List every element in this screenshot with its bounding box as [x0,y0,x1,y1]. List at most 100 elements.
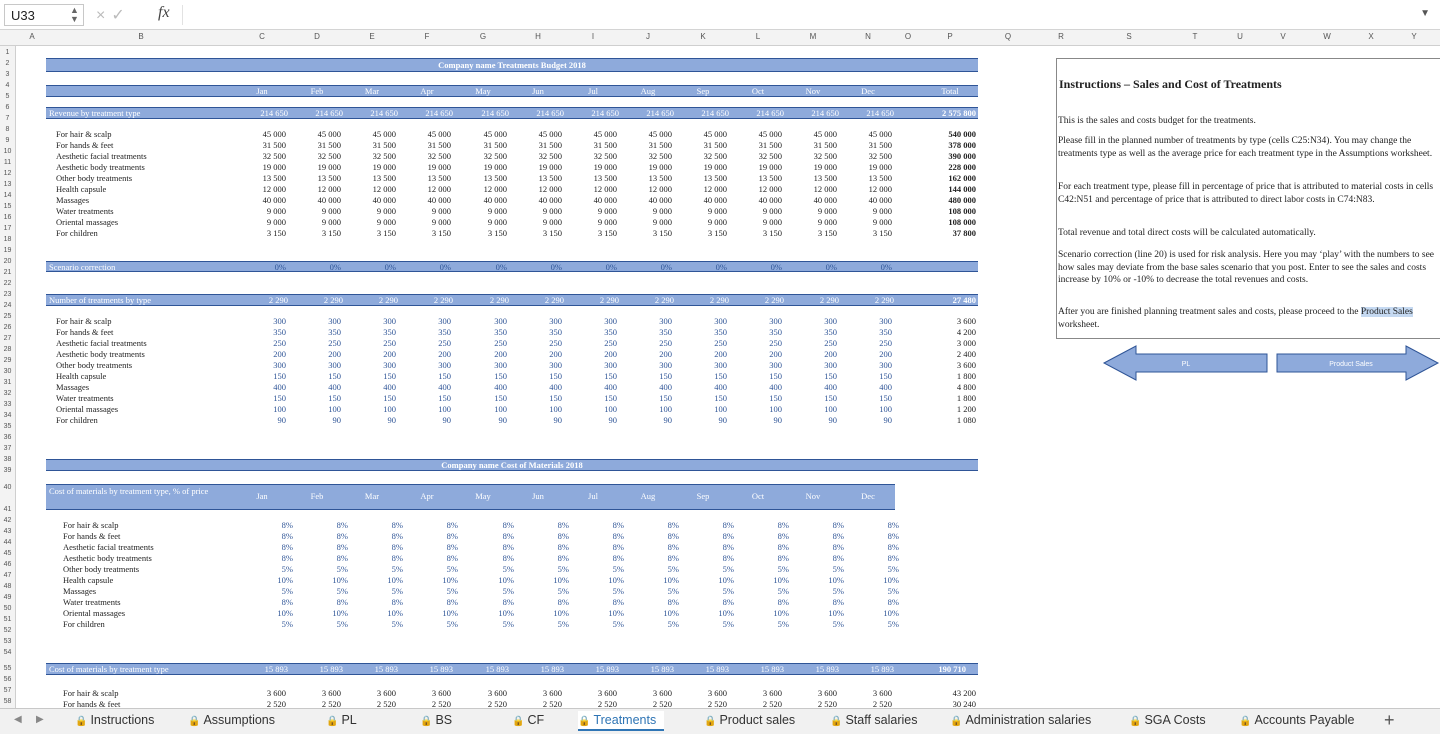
column-header-h[interactable]: H [535,32,541,41]
column-header-d[interactable]: D [314,32,320,41]
row-header-49[interactable]: 49 [0,594,15,601]
row-header-38[interactable]: 38 [0,456,15,463]
row-headers[interactable]: 1 2 3 4 5 6 7 8 9 10 11 12 13 14 15 16 17 18 19 20 21 22 23 24 2… [0,46,16,708]
row-header-54[interactable]: 54 [0,649,15,656]
scroll-right-icon[interactable]: ▶ [36,714,44,725]
column-header-v[interactable]: V [1280,32,1285,41]
sheet-tab-product-sales[interactable]: 🔒 Product sales [704,711,803,731]
row-header-52[interactable]: 52 [0,627,15,634]
column-header-y[interactable]: Y [1411,32,1416,41]
row-header-8[interactable]: 8 [0,126,15,133]
row-header-31[interactable]: 31 [0,379,15,386]
column-header-m[interactable]: M [810,32,817,41]
sheet-tab-administration-salaries[interactable]: 🔒 Administration salaries [950,711,1099,731]
row-header-5[interactable]: 5 [0,93,15,100]
row-header-46[interactable]: 46 [0,561,15,568]
column-header-c[interactable]: C [259,32,265,41]
sheet-tab-cf[interactable]: 🔒 CF [512,711,552,731]
cancel-icon[interactable]: × [96,7,111,24]
row-header-29[interactable]: 29 [0,357,15,364]
row-header-26[interactable]: 26 [0,324,15,331]
row-header-27[interactable]: 27 [0,335,15,342]
row-header-30[interactable]: 30 [0,368,15,375]
row-header-17[interactable]: 17 [0,225,15,232]
row-header-20[interactable]: 20 [0,258,15,265]
scroll-left-icon[interactable]: ◀ [14,714,22,725]
column-header-q[interactable]: Q [1005,32,1011,41]
row-header-19[interactable]: 19 [0,247,15,254]
row-header-1[interactable]: 1 [0,49,15,56]
row-header-24[interactable]: 24 [0,302,15,309]
row-header-44[interactable]: 44 [0,539,15,546]
function-icon[interactable]: fx [158,4,170,22]
row-header-15[interactable]: 15 [0,203,15,210]
column-header-n[interactable]: N [865,32,871,41]
row-header-14[interactable]: 14 [0,192,15,199]
row-header-11[interactable]: 11 [0,159,15,166]
sheet-tab-assumptions[interactable]: 🔒 Assumptions [188,711,283,731]
row-header-51[interactable]: 51 [0,616,15,623]
formula-expand-icon[interactable]: ▼ [1420,8,1430,19]
row-header-58[interactable]: 58 [0,698,15,705]
row-header-43[interactable]: 43 [0,528,15,535]
row-header-34[interactable]: 34 [0,412,15,419]
sheet-tab-bs[interactable]: 🔒 BS [420,711,460,731]
column-headers[interactable]: A B C D E F G H I J K L M N O P Q R S T U V W X Y [0,30,1440,46]
column-header-a[interactable]: A [29,32,34,41]
sheet-tab-accounts-payable[interactable]: 🔒 Accounts Payable [1239,711,1363,731]
row-header-28[interactable]: 28 [0,346,15,353]
add-sheet-button[interactable]: + [1384,710,1395,731]
row-header-37[interactable]: 37 [0,445,15,452]
column-header-g[interactable]: G [480,32,486,41]
row-header-53[interactable]: 53 [0,638,15,645]
row-header-25[interactable]: 25 [0,313,15,320]
row-header-33[interactable]: 33 [0,401,15,408]
column-header-e[interactable]: E [369,32,374,41]
row-header-18[interactable]: 18 [0,236,15,243]
column-header-b[interactable]: B [138,32,143,41]
sheet-tab-pl[interactable]: 🔒 PL [326,711,365,731]
column-header-u[interactable]: U [1237,32,1243,41]
row-header-3[interactable]: 3 [0,71,15,78]
row-header-41[interactable]: 41 [0,506,15,513]
row-header-2[interactable]: 2 [0,60,15,67]
row-header-32[interactable]: 32 [0,390,15,397]
row-header-22[interactable]: 22 [0,280,15,287]
sheet-tab-staff-salaries[interactable]: 🔒 Staff salaries [830,711,925,731]
column-header-t[interactable]: T [1193,32,1198,41]
column-header-f[interactable]: F [425,32,430,41]
row-header-39[interactable]: 39 [0,467,15,474]
column-header-k[interactable]: K [700,32,705,41]
column-header-o[interactable]: O [905,32,911,41]
row-header-36[interactable]: 36 [0,434,15,441]
row-header-56[interactable]: 56 [0,676,15,683]
column-header-l[interactable]: L [756,32,760,41]
row-header-23[interactable]: 23 [0,291,15,298]
formula-input[interactable] [182,5,1422,25]
row-header-40[interactable]: 40 [0,484,15,491]
column-header-s[interactable]: S [1126,32,1131,41]
name-box-spinner-icon[interactable]: ▲ ▼ [70,6,79,24]
row-header-12[interactable]: 12 [0,170,15,177]
column-header-r[interactable]: R [1058,32,1064,41]
column-header-x[interactable]: X [1368,32,1373,41]
product-sales-link[interactable]: Product Sales [1360,307,1413,317]
row-header-55[interactable]: 55 [0,665,15,672]
sheet-tab-treatments[interactable]: 🔒 Treatments [578,711,665,731]
row-header-9[interactable]: 9 [0,137,15,144]
row-header-10[interactable]: 10 [0,148,15,155]
row-header-35[interactable]: 35 [0,423,15,430]
column-header-w[interactable]: W [1323,32,1331,41]
row-header-57[interactable]: 57 [0,687,15,694]
sheet-tab-instructions[interactable]: 🔒 Instructions [75,711,162,731]
row-header-45[interactable]: 45 [0,550,15,557]
row-header-42[interactable]: 42 [0,517,15,524]
row-header-50[interactable]: 50 [0,605,15,612]
row-header-16[interactable]: 16 [0,214,15,221]
confirm-icon[interactable]: ✓ [111,7,130,24]
row-header-47[interactable]: 47 [0,572,15,579]
column-header-p[interactable]: P [947,32,952,41]
row-header-4[interactable]: 4 [0,82,15,89]
column-header-j[interactable]: J [646,32,650,41]
sheet-tab-sga-costs[interactable]: 🔒 SGA Costs [1129,711,1214,731]
